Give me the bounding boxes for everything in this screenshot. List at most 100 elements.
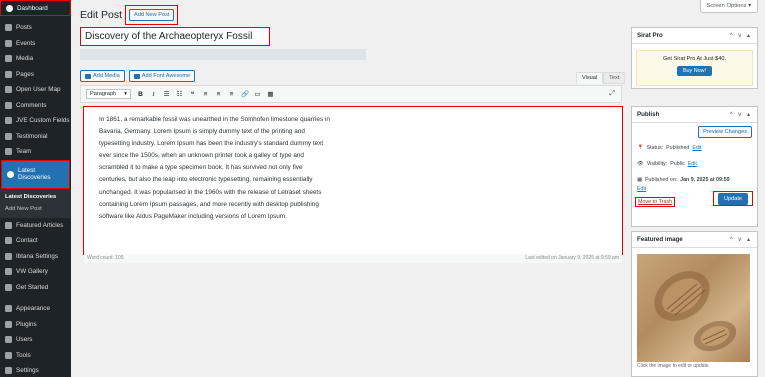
sidebar-item-label: Ibtana Settings [16, 252, 59, 260]
status-row: 📍 Status: Published Edit [637, 145, 755, 151]
chevron-icon [5, 283, 12, 291]
sidebar-item-get-started[interactable]: Get Started [0, 280, 71, 296]
publish-header[interactable]: Publish ^ v ▴ [632, 107, 757, 123]
flag-icon [133, 73, 140, 79]
calendar-icon: ▦ [637, 177, 643, 183]
tab-text[interactable]: Text [603, 72, 626, 84]
sidebar-item-label: VW Gallery [16, 268, 48, 276]
sidebar-item-contact[interactable]: Contact [0, 233, 71, 249]
screen-options-button[interactable]: Screen Options ▾ [699, 0, 758, 13]
sidebar-item-ibtana-settings[interactable]: Ibtana Settings [0, 249, 71, 265]
sidebar-item-jve-custom-fields[interactable]: JVE Custom Fields [0, 113, 71, 129]
calendar-icon [5, 39, 12, 47]
add-media-button[interactable]: Add Media [80, 70, 125, 82]
sidebar-item-posts[interactable]: Posts [0, 20, 71, 36]
sidebar-item-dashboard[interactable]: Dashboard [0, 0, 71, 16]
editor-tabs: Visual Text [576, 72, 626, 84]
italic-icon[interactable]: I [150, 91, 157, 98]
sidebar-item-settings[interactable]: Settings [0, 363, 71, 377]
add-new-post-highlight: Add New Post [125, 5, 179, 25]
fields-icon [5, 117, 12, 125]
sidebar-item-media[interactable]: Media [0, 51, 71, 67]
sidebar-item-label: Appearance [16, 305, 50, 313]
numbered-list-icon[interactable]: ☷ [176, 90, 183, 98]
align-left-icon[interactable]: ≡ [202, 91, 209, 98]
sidebar-item-team[interactable]: Team [0, 144, 71, 160]
sidebar-item-label: Settings [16, 367, 39, 375]
box-controls-icon[interactable]: ^ v ▴ [730, 236, 752, 243]
sidebar-item-users[interactable]: Users [0, 332, 71, 348]
submenu-item-add-new-post[interactable]: Add New Post [0, 203, 71, 215]
bold-icon[interactable]: B [137, 91, 144, 98]
bullet-list-icon[interactable]: ☰ [163, 90, 170, 98]
add-new-post-button[interactable]: Add New Post [129, 9, 175, 21]
body-line: containing Lorem Ipsum passages, and mor… [99, 200, 319, 208]
sidebar-item-events[interactable]: Events [0, 36, 71, 52]
team-icon [5, 148, 12, 156]
gallery-icon [5, 268, 12, 276]
toolbar-toggle-icon[interactable]: ▦ [267, 90, 274, 98]
align-center-icon[interactable]: ≡ [215, 91, 222, 98]
preview-changes-button[interactable]: Preview Changes [698, 126, 752, 138]
sidebar-item-open-user-map[interactable]: Open User Map [0, 82, 71, 98]
box-controls-icon[interactable]: ^ v ▴ [730, 32, 752, 39]
sidebar-item-testimonial[interactable]: Testimonial [0, 129, 71, 145]
link-icon[interactable]: 🔗 [241, 90, 249, 98]
sirat-promo-text: Get Sirat Pro At Just $40. [662, 56, 727, 62]
body-line: ever since the 1500s, when an unknown pr… [99, 152, 304, 160]
box-controls-icon[interactable]: ^ v ▴ [730, 111, 752, 118]
featured-image-thumbnail[interactable] [637, 254, 750, 362]
read-more-icon[interactable]: ▭ [254, 90, 261, 98]
featured-image-header[interactable]: Featured image ^ v ▴ [632, 232, 757, 248]
sidebar-item-featured-articles[interactable]: Featured Articles [0, 218, 71, 234]
submenu-item-latest-discoveries[interactable]: Latest Discoveries [0, 191, 71, 203]
editor-content-area[interactable]: In 1861, a remarkable fossil was unearth… [83, 106, 623, 255]
update-button[interactable]: Update [718, 193, 749, 205]
tab-visual[interactable]: Visual [576, 72, 604, 84]
add-font-awesome-button[interactable]: Add Font Awesome [128, 70, 196, 82]
sidebar-item-label: Testimonial [16, 132, 48, 140]
body-line: Bavaria, Germany. Lorem Ipsum is simply … [99, 128, 305, 136]
format-select[interactable]: Paragraph ▾ [86, 89, 131, 99]
sidebar-item-label: Comments [16, 101, 47, 109]
box-title: Publish [637, 111, 660, 118]
move-to-trash-link[interactable]: Move to Trash [635, 197, 676, 207]
published-label: Published on: [645, 177, 678, 183]
sidebar-item-plugins[interactable]: Plugins [0, 317, 71, 333]
sidebar-item-label: Get Started [16, 283, 49, 291]
visibility-label: Visibility: [646, 161, 668, 167]
buy-now-button[interactable]: Buy Now! [676, 66, 713, 76]
sidebar-item-label: Events [16, 39, 36, 47]
sidebar-item-pages[interactable]: Pages [0, 67, 71, 83]
sidebar-item-latest-discoveries[interactable]: Latest Discoveries [2, 160, 69, 188]
sidebar-item-tools[interactable]: Tools [0, 348, 71, 364]
edit-visibility-link[interactable]: Edit [688, 161, 697, 167]
body-line: centuries, but also the leap into electr… [99, 176, 313, 184]
align-right-icon[interactable]: ≡ [228, 91, 235, 98]
post-title-input[interactable]: Discovery of the Archaeopteryx Fossil [80, 27, 270, 46]
box-title: Sirat Pro [637, 32, 663, 39]
sidebar-item-comments[interactable]: Comments [0, 98, 71, 114]
sidebar-item-vw-gallery[interactable]: VW Gallery [0, 264, 71, 280]
main-content: Edit Post Add New Post Screen Options ▾ … [71, 0, 765, 377]
permalink-bar [80, 49, 366, 60]
blockquote-icon[interactable]: ❝ [189, 90, 196, 98]
sirat-pro-header[interactable]: Sirat Pro ^ v ▴ [632, 28, 757, 44]
body-line: scrambled it to make a type specimen boo… [99, 164, 303, 172]
active-label-line1: Latest [18, 167, 36, 174]
fossil-image [654, 271, 737, 352]
sidebar-item-label: Latest Discoveries [18, 167, 51, 181]
article-icon [5, 221, 12, 229]
sidebar-item-label: Team [16, 148, 32, 156]
sidebar-item-appearance[interactable]: Appearance [0, 301, 71, 317]
add-font-label: Add Font Awesome [141, 73, 191, 79]
body-line: In 1861, a remarkable fossil was unearth… [99, 116, 330, 123]
globe-icon [7, 170, 14, 178]
sidebar-item-label: Pages [16, 70, 34, 78]
fullscreen-icon[interactable]: ⤢ [609, 90, 615, 98]
wrench-icon [5, 351, 12, 359]
brush-icon [5, 305, 12, 313]
edit-status-link[interactable]: Edit [692, 145, 701, 151]
media-icon [5, 55, 12, 63]
sidebar-item-label: Dashboard [17, 4, 48, 12]
